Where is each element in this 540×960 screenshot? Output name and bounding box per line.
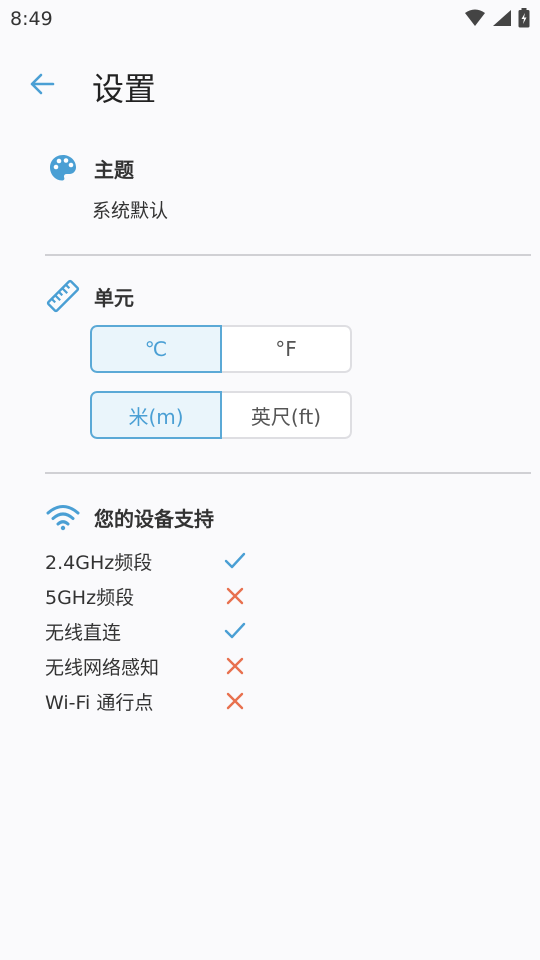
length-unit-toggle: 米(m) 英尺(ft) — [90, 391, 352, 439]
status-icons — [464, 8, 530, 28]
support-item-label: 无线直连 — [45, 621, 122, 644]
back-button[interactable] — [22, 62, 62, 106]
support-item-label: 2.4GHz频段 — [45, 551, 153, 574]
divider — [45, 472, 531, 474]
support-title: 您的设备支持 — [94, 506, 214, 531]
wifi-icon — [46, 500, 80, 534]
status-bar: 8:49 — [0, 0, 540, 38]
meter-option[interactable]: 米(m) — [90, 391, 222, 439]
cross-icon — [223, 654, 247, 678]
cell-signal-icon — [493, 10, 511, 26]
celsius-option[interactable]: ℃ — [90, 325, 222, 373]
check-icon — [223, 549, 247, 573]
support-item: 无线直连 — [45, 616, 265, 646]
support-item: 5GHz频段 — [45, 581, 265, 611]
support-item-label: Wi-Fi 通行点 — [45, 691, 154, 714]
wifi-signal-icon — [465, 9, 485, 26]
theme-title: 主题 — [94, 157, 134, 182]
battery-charging-icon — [518, 8, 530, 28]
check-icon — [223, 619, 247, 643]
support-item: 无线网络感知 — [45, 651, 265, 681]
temperature-unit-toggle: ℃ °F — [90, 325, 352, 373]
support-item-label: 无线网络感知 — [45, 656, 160, 679]
divider — [45, 254, 531, 256]
status-time: 8:49 — [10, 8, 53, 30]
arrow-left-icon — [30, 73, 55, 95]
support-section-header: 您的设备支持 — [46, 500, 214, 534]
fahrenheit-option[interactable]: °F — [222, 325, 352, 373]
units-title: 单元 — [94, 285, 134, 310]
theme-section-header: 主题 — [46, 151, 134, 185]
cross-icon — [223, 689, 247, 713]
ruler-icon — [46, 279, 80, 313]
support-item: Wi-Fi 通行点 — [45, 686, 265, 716]
cross-icon — [223, 584, 247, 608]
units-section-header: 单元 — [46, 279, 134, 313]
support-item: 2.4GHz频段 — [45, 546, 265, 576]
support-item-label: 5GHz频段 — [45, 586, 135, 609]
palette-icon — [46, 151, 80, 185]
theme-value[interactable]: 系统默认 — [92, 196, 168, 223]
app-bar: 设置 — [0, 52, 540, 116]
page-title: 设置 — [92, 70, 157, 108]
feet-option[interactable]: 英尺(ft) — [222, 391, 352, 439]
